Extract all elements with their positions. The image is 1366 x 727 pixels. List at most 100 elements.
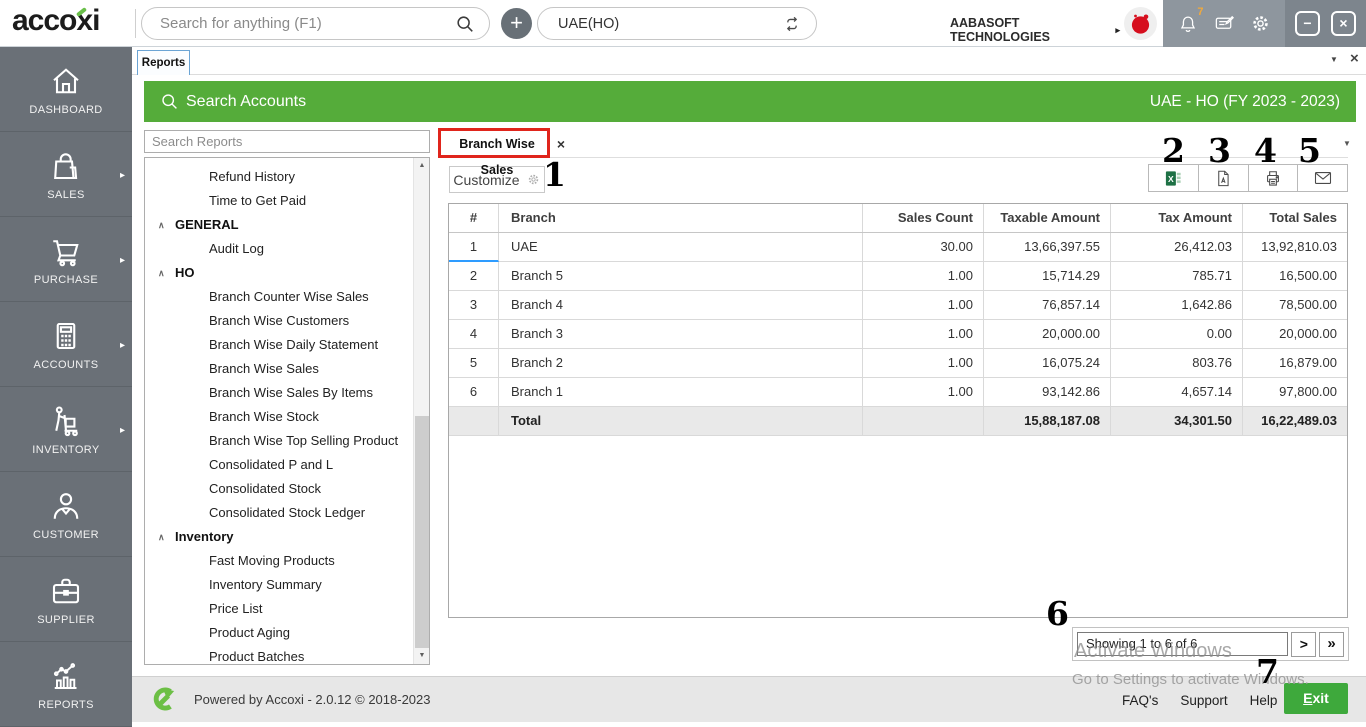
report-tree-item[interactable]: Product Batches: [145, 645, 429, 664]
branch-cell[interactable]: Branch 4: [499, 291, 863, 319]
support-link[interactable]: Support: [1180, 693, 1227, 708]
report-tree-item[interactable]: Branch Wise Sales By Items: [145, 381, 429, 405]
report-tree-item-branch-wise-sales[interactable]: Branch Wise Sales: [145, 357, 429, 381]
sidebar-item-accounts[interactable]: ACCOUNTS ▸: [0, 302, 132, 387]
quick-add-button[interactable]: +: [501, 8, 532, 39]
company-menu[interactable]: AABASOFT TECHNOLOGIES ▸: [950, 16, 1120, 44]
table-total-row: Total 15,88,187.08 34,301.50 16,22,489.0…: [449, 407, 1347, 436]
global-search-input[interactable]: Search for anything (F1): [141, 7, 490, 40]
column-header-tax-amount[interactable]: Tax Amount: [1111, 204, 1243, 232]
report-tree-item[interactable]: Product Aging: [145, 621, 429, 645]
branch-cell[interactable]: Branch 2: [499, 349, 863, 377]
workspace-close-icon[interactable]: ×: [1350, 50, 1359, 67]
tab-overflow-caret-icon[interactable]: ▼: [1330, 55, 1338, 64]
report-tree-item[interactable]: Consolidated Stock: [145, 477, 429, 501]
report-tree-item[interactable]: Branch Wise Customers: [145, 309, 429, 333]
report-tree-item[interactable]: Fast Moving Products: [145, 549, 429, 573]
taxable-amount-cell: 93,142.86: [984, 378, 1111, 406]
scrollbar-thumb[interactable]: [415, 416, 429, 648]
sidebar-item-dashboard[interactable]: DASHBOARD: [0, 47, 132, 132]
row-index-cell[interactable]: 4: [449, 320, 499, 348]
customize-gear-icon: [526, 172, 541, 187]
branch-cell[interactable]: Branch 3: [499, 320, 863, 348]
faq-link[interactable]: FAQ's: [1122, 693, 1158, 708]
row-index-cell[interactable]: 6: [449, 378, 499, 406]
branch-cell[interactable]: UAE: [499, 233, 863, 261]
collapse-caret-icon[interactable]: ∧: [158, 261, 165, 285]
report-tree-item[interactable]: Branch Counter Wise Sales: [145, 285, 429, 309]
report-tree-item[interactable]: Branch Wise Top Selling Product: [145, 429, 429, 453]
footer-links: FAQ's Support Help: [1122, 693, 1277, 708]
search-icon[interactable]: [455, 14, 475, 34]
powered-by-label: Powered by Accoxi - 2.0.12 © 2018-2023: [194, 692, 431, 707]
annotation-number-5: 5: [1298, 131, 1321, 170]
table-row[interactable]: 6 Branch 1 1.00 93,142.86 4,657.14 97,80…: [449, 378, 1347, 407]
company-caret-icon: ▸: [1115, 24, 1120, 35]
table-header-row: # Branch Sales Count Taxable Amount Tax …: [449, 204, 1347, 233]
next-page-button[interactable]: >: [1291, 631, 1317, 657]
sidebar-item-inventory[interactable]: INVENTORY ▸: [0, 387, 132, 472]
report-tree-item[interactable]: Refund History: [145, 165, 429, 189]
table-row[interactable]: 3 Branch 4 1.00 76,857.14 1,642.86 78,50…: [449, 291, 1347, 320]
row-index-cell[interactable]: 5: [449, 349, 499, 377]
table-row[interactable]: 5 Branch 2 1.00 16,075.24 803.76 16,879.…: [449, 349, 1347, 378]
report-tree-item[interactable]: Inventory Summary: [145, 573, 429, 597]
settings-gear-icon[interactable]: [1249, 12, 1273, 36]
close-window-button[interactable]: ×: [1331, 11, 1356, 36]
row-index-cell[interactable]: 1: [449, 233, 499, 262]
trolley-icon: [48, 403, 84, 439]
user-avatar[interactable]: [1124, 7, 1157, 40]
notifications-bell-icon[interactable]: 7: [1176, 6, 1204, 36]
sidebar-item-reports[interactable]: REPORTS: [0, 642, 132, 727]
scroll-up-icon[interactable]: ▲: [414, 158, 429, 174]
branch-cell[interactable]: Branch 1: [499, 378, 863, 406]
submenu-arrow-icon: ▸: [119, 255, 125, 266]
sidebar-item-sales[interactable]: SALES ▸: [0, 132, 132, 217]
column-header-sales-count[interactable]: Sales Count: [863, 204, 984, 232]
table-row[interactable]: 2 Branch 5 1.00 15,714.29 785.71 16,500.…: [449, 262, 1347, 291]
collapse-caret-icon[interactable]: ∧: [158, 525, 165, 549]
column-header-index[interactable]: #: [449, 204, 499, 232]
workspace-tab-reports[interactable]: Reports: [137, 50, 190, 75]
sidebar-item-customer[interactable]: CUSTOMER: [0, 472, 132, 557]
messages-icon[interactable]: [1212, 12, 1236, 36]
column-header-total-sales[interactable]: Total Sales: [1243, 204, 1347, 232]
report-tree-item[interactable]: Audit Log: [145, 237, 429, 261]
last-page-button[interactable]: »: [1319, 631, 1344, 657]
sales-count-cell: 1.00: [863, 349, 984, 377]
sales-count-cell: 1.00: [863, 320, 984, 348]
sidebar-item-purchase[interactable]: PURCHASE ▸: [0, 217, 132, 302]
collapse-caret-icon[interactable]: ∧: [158, 213, 165, 237]
report-tree-group[interactable]: ∧ HO: [145, 261, 429, 285]
report-tree-item[interactable]: Branch Wise Daily Statement: [145, 333, 429, 357]
total-tax-cell: 34,301.50: [1111, 407, 1243, 435]
export-options-caret-icon[interactable]: ▼: [1343, 139, 1351, 148]
row-index-cell[interactable]: 2: [449, 262, 499, 290]
branch-cell[interactable]: Branch 5: [499, 262, 863, 290]
column-header-branch[interactable]: Branch: [499, 204, 863, 232]
search-accounts-bar[interactable]: Search Accounts UAE - HO (FY 2023 - 2023…: [144, 81, 1356, 122]
report-tree-item[interactable]: Consolidated P and L: [145, 453, 429, 477]
report-tree-group[interactable]: ∧ GENERAL: [145, 213, 429, 237]
table-row[interactable]: 1 UAE 30.00 13,66,397.55 26,412.03 13,92…: [449, 233, 1347, 262]
switch-branch-icon[interactable]: [782, 14, 802, 34]
report-tab-close-icon[interactable]: ×: [549, 132, 573, 156]
total-taxable-cell: 15,88,187.08: [984, 407, 1111, 435]
minimize-button[interactable]: −: [1295, 11, 1320, 36]
search-accounts-label: Search Accounts: [186, 92, 307, 110]
help-link[interactable]: Help: [1250, 693, 1278, 708]
scroll-down-icon[interactable]: ▼: [414, 648, 429, 664]
table-row[interactable]: 4 Branch 3 1.00 20,000.00 0.00 20,000.00: [449, 320, 1347, 349]
search-reports-input[interactable]: Search Reports: [144, 130, 430, 153]
report-tree-item[interactable]: Branch Wise Stock: [145, 405, 429, 429]
report-tree-group[interactable]: ∧ Inventory: [145, 525, 429, 549]
report-tree-item[interactable]: Consolidated Stock Ledger: [145, 501, 429, 525]
report-tree-item[interactable]: Price List: [145, 597, 429, 621]
tree-scrollbar[interactable]: ▲ ▼: [413, 158, 429, 664]
report-tree-item[interactable]: Time to Get Paid: [145, 189, 429, 213]
total-sales-cell: 97,800.00: [1279, 384, 1337, 399]
column-header-taxable-amount[interactable]: Taxable Amount: [984, 204, 1111, 232]
row-index-cell[interactable]: 3: [449, 291, 499, 319]
sidebar-item-supplier[interactable]: SUPPLIER: [0, 557, 132, 642]
branch-selector[interactable]: UAE(HO): [537, 7, 817, 40]
